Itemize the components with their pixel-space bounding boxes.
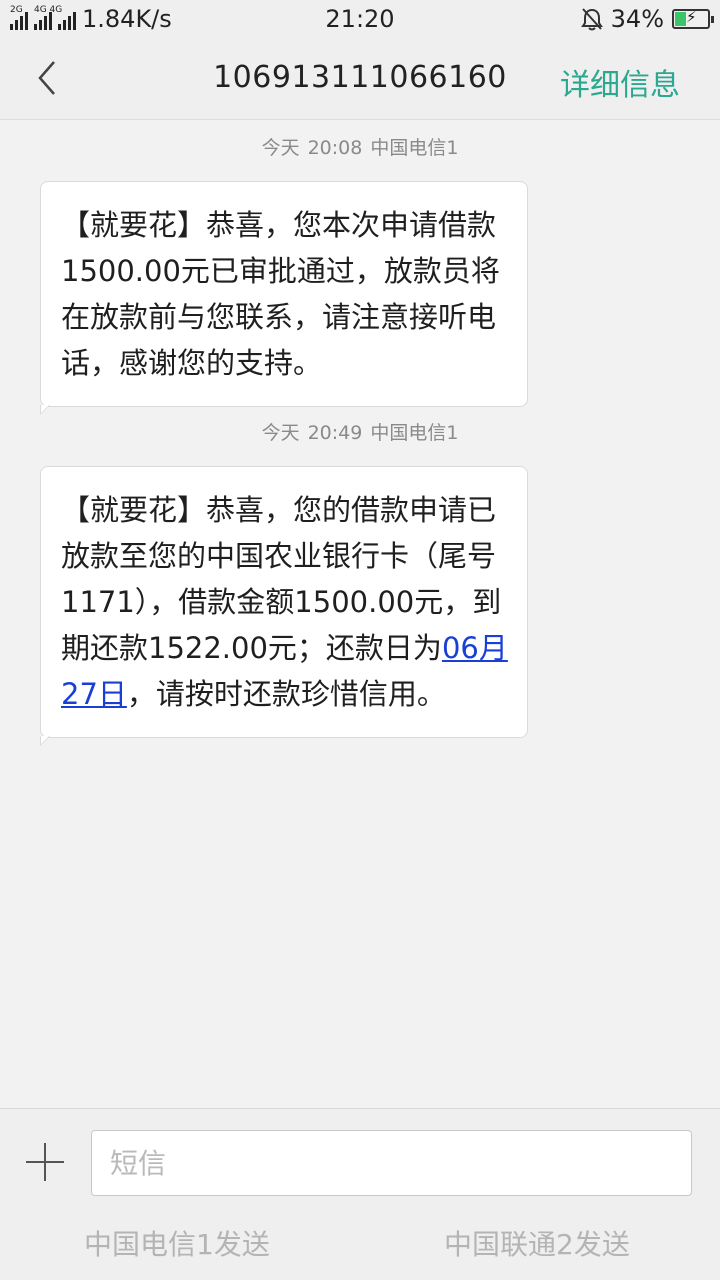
timestamp-time: 20:08 xyxy=(307,137,363,159)
message-bubble[interactable]: 【就要花】恭喜，您的借款申请已放款至您的中国农业银行卡（尾号1171），借款金额… xyxy=(40,466,528,746)
message-timestamp: 今天 20:49 中国电信1 xyxy=(0,418,720,445)
message-text: 【就要花】恭喜，您本次申请借款1500.00元已审批通过，放款员将在放款前与您联… xyxy=(61,208,500,380)
timestamp-day: 今天 xyxy=(261,422,300,444)
message-timestamp: 今天 20:08 中国电信1 xyxy=(0,133,720,160)
timestamp-sim: 中国电信1 xyxy=(370,137,459,159)
send-sim2-button[interactable]: 中国联通2发送 xyxy=(444,1223,630,1263)
message-list[interactable]: 今天 20:08 中国电信1 【就要花】恭喜，您本次申请借款1500.00元已审批通… xyxy=(0,121,720,1108)
message-bubble[interactable]: 【就要花】恭喜，您本次申请借款1500.00元已审批通过，放款员将在放款前与您联… xyxy=(40,181,528,415)
timestamp-sim: 中国电信1 xyxy=(370,422,459,444)
message-text-tail: ，请按时还款珍惜信用。 xyxy=(126,677,446,711)
send-sim1-button[interactable]: 中国电信1发送 xyxy=(84,1223,270,1263)
conversation-header: 106913111066160 详细信息 xyxy=(0,38,720,120)
message-text: 【就要花】恭喜，您的借款申请已放款至您的中国农业银行卡（尾号1171），借款金额… xyxy=(61,493,502,665)
battery-percent: 34% xyxy=(610,5,664,33)
composer-bar: 中国电信1发送 中国联通2发送 xyxy=(0,1108,720,1280)
alarm-muted-icon xyxy=(580,8,603,31)
status-right: 34% ⚡ xyxy=(580,5,714,33)
detail-info-button[interactable]: 详细信息 xyxy=(560,60,680,104)
charging-bolt-icon: ⚡ xyxy=(686,8,697,26)
add-attachment-icon[interactable] xyxy=(26,1143,64,1181)
battery-charging-icon: ⚡ xyxy=(672,8,714,29)
sms-input[interactable] xyxy=(91,1130,692,1196)
timestamp-time: 20:49 xyxy=(307,422,363,444)
status-bar: 2G 4G 4G 1.84K/s 21:20 34% ⚡ xyxy=(0,0,720,38)
timestamp-day: 今天 xyxy=(261,137,300,159)
battery-level-fill xyxy=(675,12,686,26)
